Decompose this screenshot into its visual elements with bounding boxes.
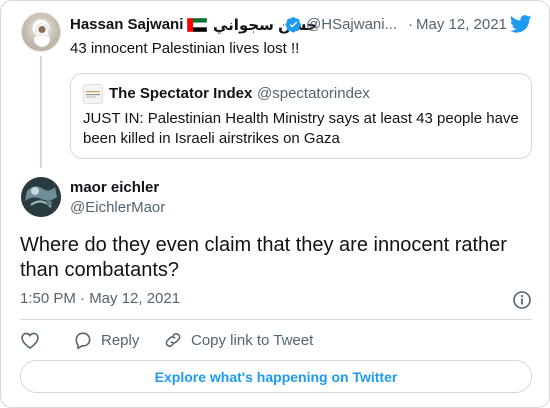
reply-author-handle[interactable]: @EichlerMaor bbox=[70, 199, 165, 216]
maor-avatar[interactable] bbox=[21, 177, 61, 217]
reply-author-name[interactable]: maor eichler bbox=[70, 179, 159, 196]
quoted-author-name: The Spectator Index bbox=[109, 85, 253, 102]
quoted-author-handle: @spectatorindex bbox=[257, 85, 370, 102]
link-icon bbox=[165, 333, 181, 347]
copy-link-label: Copy link to Tweet bbox=[191, 331, 314, 349]
copy-link-button[interactable]: Copy link to Tweet bbox=[163, 330, 313, 350]
heart-icon bbox=[21, 332, 39, 349]
reply-timestamp[interactable]: 1:50 PM · May 12, 2021 bbox=[20, 290, 180, 307]
quoted-tweet[interactable]: The Spectator Index @spectatorindex JUST… bbox=[70, 73, 532, 159]
verified-badge-icon bbox=[285, 16, 302, 38]
portrait-image bbox=[25, 16, 59, 50]
spectator-index-avatar bbox=[83, 84, 103, 104]
twitter-bird-icon[interactable] bbox=[509, 15, 532, 38]
tweet-date[interactable]: May 12, 2021 bbox=[416, 16, 507, 33]
reply-button[interactable]: Reply bbox=[73, 330, 139, 350]
reply-text: Where do they even claim that they are i… bbox=[20, 234, 507, 281]
like-button[interactable] bbox=[20, 330, 40, 350]
separator-dot: · bbox=[408, 16, 413, 33]
reply-icon bbox=[75, 332, 91, 350]
explore-twitter-button[interactable]: Explore what's happening on Twitter bbox=[20, 360, 532, 393]
tweet-embed-card: Hassan Sajwani حسن سجواني @HSajwani... ·… bbox=[0, 0, 550, 408]
avatar-artwork bbox=[21, 177, 61, 217]
uae-flag-icon bbox=[186, 17, 208, 33]
thread-line bbox=[40, 56, 42, 168]
tweet-text: 43 innocent Palestinian lives lost !! bbox=[70, 40, 300, 57]
quoted-tweet-text: JUST IN: Palestinian Health Ministry say… bbox=[83, 110, 519, 147]
info-icon[interactable] bbox=[512, 290, 532, 315]
tweet-author-handle[interactable]: @HSajwani... bbox=[306, 16, 397, 33]
divider bbox=[20, 319, 532, 320]
hassan-avatar[interactable] bbox=[21, 12, 61, 52]
reply-button-label: Reply bbox=[101, 331, 140, 349]
tweet-author-name[interactable]: Hassan Sajwani bbox=[70, 16, 183, 33]
